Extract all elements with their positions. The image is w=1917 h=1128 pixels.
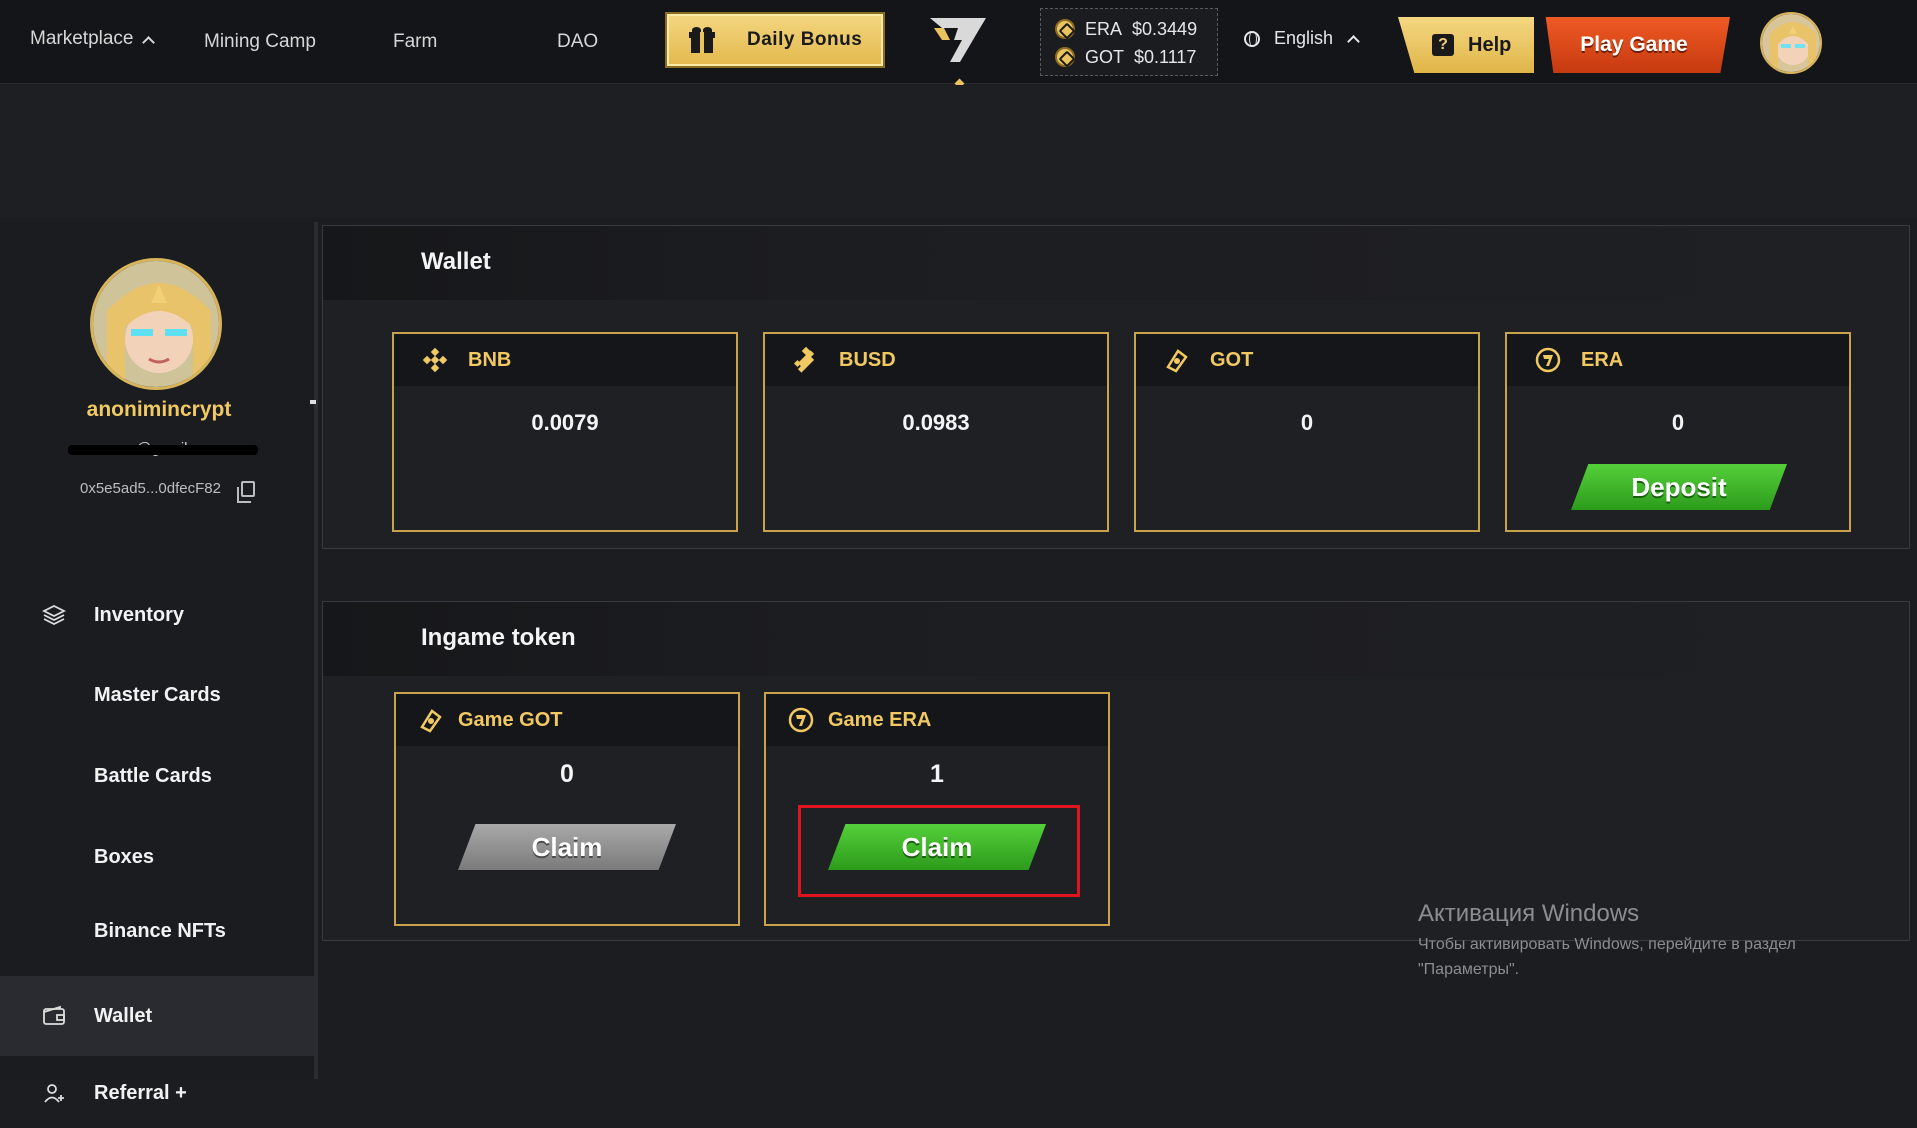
daily-bonus-button[interactable]: Daily Bonus (665, 12, 885, 68)
card-value: 1 (930, 760, 944, 788)
gift-icon (689, 27, 715, 53)
sidebar-item-inventory[interactable]: Inventory (0, 580, 314, 650)
daily-bonus-label: Daily Bonus (747, 29, 863, 50)
profile-username: anonimincrypt (86, 398, 232, 421)
sidebar-item-label: Boxes (94, 845, 155, 868)
play-game-button[interactable]: Play Game (1545, 17, 1730, 73)
wallet-icon (43, 1005, 65, 1025)
sidebar-item-binance-nfts[interactable]: Binance NFTs (0, 896, 314, 966)
user-plus-icon (44, 1084, 64, 1103)
card-header: BUSD (765, 334, 1107, 386)
era-icon (788, 707, 814, 733)
wallet-card-era: ERA 0 Deposit (1505, 332, 1851, 532)
wallet-card-got: GOT 0 (1134, 332, 1480, 532)
card-header: GOT (1136, 334, 1478, 386)
token-price-ticker: ERA $0.3449 GOT $0.1117 (1040, 8, 1218, 76)
price-row-got: GOT $0.1117 (1055, 43, 1203, 71)
help-button[interactable]: ? Help (1398, 17, 1534, 73)
got-coin-icon (1055, 47, 1075, 67)
card-token-label: BUSD (839, 348, 896, 371)
got-icon (420, 709, 442, 733)
card-header: Game ERA (766, 694, 1108, 746)
ingame-card-era: Game ERA 1 Claim (764, 692, 1110, 926)
card-token-label: Game GOT (458, 708, 563, 731)
card-token-label: Game ERA (828, 708, 932, 731)
price-token: ERA (1085, 18, 1123, 39)
era-coin-icon (1055, 19, 1075, 39)
sidebar-item-label: Inventory (94, 603, 185, 626)
nav-mining-camp[interactable]: Mining Camp (204, 31, 316, 53)
card-value: 0 (1671, 410, 1685, 435)
top-navbar: Marketplace Mining Camp Farm DAO Daily B… (0, 0, 1917, 89)
highlight-box (798, 805, 1080, 897)
wallet-address: 0x5e5ad5...0dfecF82 (80, 480, 255, 503)
email-redaction (68, 445, 258, 455)
language-selector[interactable]: English (1244, 28, 1360, 49)
price-token: GOT (1085, 46, 1124, 67)
nav-dao[interactable]: DAO (557, 31, 598, 53)
card-value: 0.0983 (902, 410, 970, 435)
profile-email: @gmail.com (50, 440, 268, 458)
wallet-panel-header: Wallet (323, 226, 1909, 300)
price-value: $0.3449 (1132, 18, 1198, 39)
sidebar-item-label: Binance NFTs (94, 919, 226, 942)
sidebar-item-label: Master Cards (94, 683, 221, 706)
card-token-label: ERA (1581, 348, 1624, 371)
ingame-title: Ingame token (421, 624, 576, 651)
watermark-line2: "Параметры". (1418, 961, 1520, 978)
wallet-card-bnb: BNB 0.0079 (392, 332, 738, 532)
card-value: 0.0079 (531, 410, 599, 435)
watermark-line1: Чтобы активировать Windows, перейдите в … (1418, 936, 1796, 953)
card-value: 0 (1300, 410, 1314, 435)
wallet-address-text: 0x5e5ad5...0dfecF82 (80, 480, 221, 497)
claim-got-button[interactable]: Claim (458, 824, 676, 870)
sidebar-item-boxes[interactable]: Boxes (0, 822, 314, 892)
deposit-button[interactable]: Deposit (1571, 464, 1787, 510)
ingame-card-got: Game GOT 0 Claim (394, 692, 740, 926)
user-avatar[interactable] (1760, 12, 1822, 74)
card-value: 0 (560, 760, 574, 788)
globe-icon (1244, 30, 1260, 47)
wallet-title: Wallet (421, 248, 491, 275)
help-label: Help (1468, 33, 1512, 56)
sidebar-item-battle-cards[interactable]: Battle Cards (0, 741, 314, 811)
nav-marketplace[interactable]: Marketplace (30, 28, 155, 50)
question-icon: ? (1432, 34, 1454, 56)
price-value: $0.1117 (1134, 46, 1197, 67)
sidebar-item-referral[interactable]: Referral + (0, 1058, 314, 1128)
card-header: Game GOT (396, 694, 738, 746)
chevron-up-icon (141, 36, 155, 49)
game-logo[interactable] (928, 14, 988, 64)
busd-icon (793, 347, 815, 373)
era-icon (1535, 347, 1561, 373)
card-header: BNB (394, 334, 736, 386)
profile-avatar (90, 258, 222, 390)
sidebar-item-label: Battle Cards (94, 764, 212, 787)
price-row-era: ERA $0.3449 (1055, 15, 1203, 43)
card-token-label: GOT (1210, 348, 1254, 371)
bnb-icon (422, 347, 448, 373)
wallet-card-busd: BUSD 0.0983 (763, 332, 1109, 532)
windows-activation-watermark: Активация Windows Чтобы активировать Win… (1418, 900, 1796, 982)
ingame-token-panel: Ingame token Game GOT 0 Claim Game ERA 1… (322, 601, 1910, 941)
sidebar-item-label: Wallet (94, 1004, 153, 1027)
card-token-label: BNB (468, 348, 512, 371)
sidebar-item-master-cards[interactable]: Master Cards (0, 660, 314, 730)
got-icon (1166, 349, 1188, 373)
nav-marketplace-label: Marketplace (30, 28, 134, 49)
watermark-title: Активация Windows (1418, 900, 1640, 927)
language-label: English (1274, 28, 1334, 48)
sidebar-item-wallet[interactable]: Wallet (0, 976, 314, 1056)
wallet-panel: Wallet BNB 0.0079 BUSD 0.0983 GOT 0 ERA … (322, 225, 1910, 549)
layers-icon (42, 604, 66, 626)
sidebar-item-label: Referral + (94, 1081, 187, 1104)
card-header: ERA (1507, 334, 1849, 386)
ingame-panel-header: Ingame token (323, 602, 1909, 676)
banner-area (0, 85, 1917, 217)
nav-farm[interactable]: Farm (393, 31, 437, 53)
copy-icon[interactable] (236, 480, 255, 503)
sidebar: anonimincrypt @gmail.com 0x5e5ad5...0dfe… (0, 222, 318, 1104)
chevron-up-icon (1347, 35, 1360, 48)
